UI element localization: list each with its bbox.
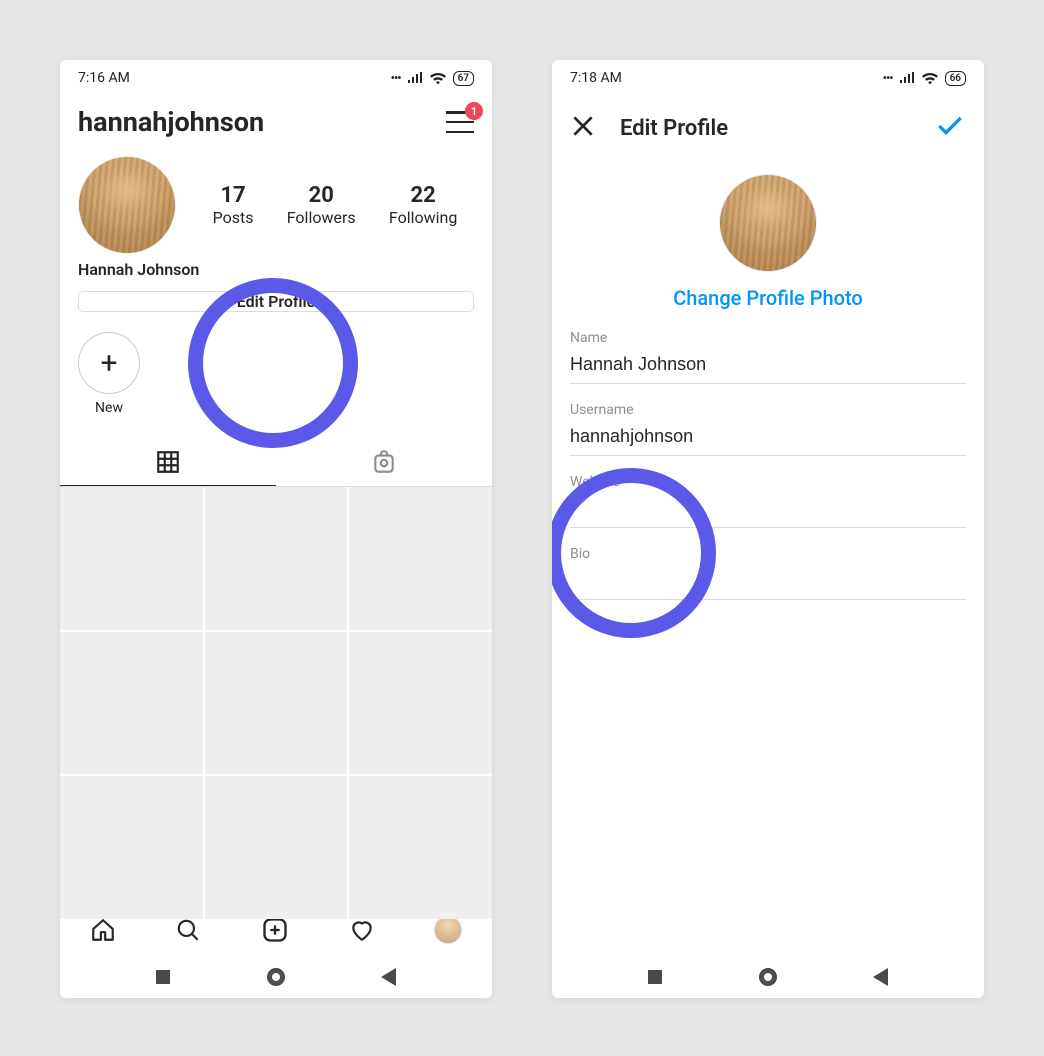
menu-button[interactable]: 1 xyxy=(446,111,474,133)
heart-icon xyxy=(349,917,375,943)
android-home-icon[interactable] xyxy=(267,968,285,986)
android-nav xyxy=(60,956,492,998)
website-label: Website xyxy=(570,474,966,490)
grid-icon xyxy=(155,449,181,475)
post-cell[interactable] xyxy=(349,632,492,775)
cellular-dots-icon: ••• xyxy=(391,71,401,85)
edit-profile-button[interactable]: Edit Profile xyxy=(78,291,474,312)
highlight-new[interactable]: + New xyxy=(78,332,140,416)
name-label: Name xyxy=(570,330,966,346)
check-icon xyxy=(934,110,966,142)
signal-icon xyxy=(407,72,423,84)
home-icon xyxy=(90,917,116,943)
android-home-icon[interactable] xyxy=(759,968,777,986)
post-cell[interactable] xyxy=(205,487,348,630)
notification-badge: 1 xyxy=(465,102,483,120)
followers-count: 20 xyxy=(287,183,356,208)
posts-grid xyxy=(60,487,492,919)
nav-activity[interactable] xyxy=(349,917,375,943)
status-bar: 7:16 AM ••• 67 xyxy=(60,60,492,96)
followers-label: Followers xyxy=(287,208,356,227)
tab-tagged[interactable] xyxy=(276,438,492,486)
close-icon xyxy=(570,113,596,139)
page-title: Edit Profile xyxy=(620,116,934,141)
username-field[interactable] xyxy=(570,422,966,456)
profile-screen: 7:16 AM ••• 67 hannahjohnson 1 17 xyxy=(60,60,492,998)
wifi-icon xyxy=(921,72,939,85)
post-cell[interactable] xyxy=(349,776,492,919)
post-cell[interactable] xyxy=(60,776,203,919)
android-nav xyxy=(552,956,984,998)
android-recent-icon[interactable] xyxy=(648,970,662,984)
display-name: Hannah Johnson xyxy=(60,254,492,279)
status-right: ••• 67 xyxy=(391,71,474,86)
status-time: 7:16 AM xyxy=(78,70,130,86)
android-back-icon[interactable] xyxy=(873,968,888,986)
post-cell[interactable] xyxy=(60,632,203,775)
bio-label: Bio xyxy=(570,546,966,562)
nav-search[interactable] xyxy=(175,917,201,943)
stat-followers[interactable]: 20 Followers xyxy=(287,183,356,227)
battery-icon: 67 xyxy=(453,71,474,86)
close-button[interactable] xyxy=(570,113,596,143)
nav-create[interactable] xyxy=(261,916,289,944)
plus-icon[interactable]: + xyxy=(78,332,140,394)
status-bar: 7:18 AM ••• 66 xyxy=(552,60,984,96)
post-cell[interactable] xyxy=(349,487,492,630)
plus-square-icon xyxy=(261,916,289,944)
battery-icon: 66 xyxy=(945,71,966,86)
profile-username[interactable]: hannahjohnson xyxy=(78,106,264,138)
signal-icon xyxy=(899,72,915,84)
edit-profile-screen: 7:18 AM ••• 66 Edit Profile Change Profi… xyxy=(552,60,984,998)
status-right: ••• 66 xyxy=(883,71,966,86)
change-photo-button[interactable]: Change Profile Photo xyxy=(673,286,863,310)
android-recent-icon[interactable] xyxy=(156,970,170,984)
following-label: Following xyxy=(389,208,457,227)
avatar[interactable] xyxy=(719,174,817,272)
post-cell[interactable] xyxy=(60,487,203,630)
wifi-icon xyxy=(429,72,447,85)
tab-grid[interactable] xyxy=(60,438,276,486)
search-icon xyxy=(175,917,201,943)
tagged-icon xyxy=(371,449,397,475)
edit-form: Name Username Website Bio xyxy=(552,310,984,600)
confirm-button[interactable] xyxy=(934,110,966,146)
nav-home[interactable] xyxy=(90,917,116,943)
name-field[interactable] xyxy=(570,350,966,384)
cellular-dots-icon: ••• xyxy=(883,71,893,85)
username-label: Username xyxy=(570,402,966,418)
android-back-icon[interactable] xyxy=(381,968,396,986)
posts-count: 17 xyxy=(213,183,254,208)
bio-field[interactable] xyxy=(570,566,966,600)
post-cell[interactable] xyxy=(205,776,348,919)
avatar[interactable] xyxy=(78,156,176,254)
status-time: 7:18 AM xyxy=(570,70,622,86)
posts-label: Posts xyxy=(213,208,254,227)
stat-posts[interactable]: 17 Posts xyxy=(213,183,254,227)
following-count: 22 xyxy=(389,183,457,208)
website-field[interactable] xyxy=(570,494,966,528)
nav-profile[interactable] xyxy=(434,916,462,944)
avatar-small-icon xyxy=(434,916,462,944)
post-cell[interactable] xyxy=(205,632,348,775)
highlight-label: New xyxy=(78,400,140,416)
profile-stats: 17 Posts 20 Followers 22 Following xyxy=(196,183,474,227)
stat-following[interactable]: 22 Following xyxy=(389,183,457,227)
